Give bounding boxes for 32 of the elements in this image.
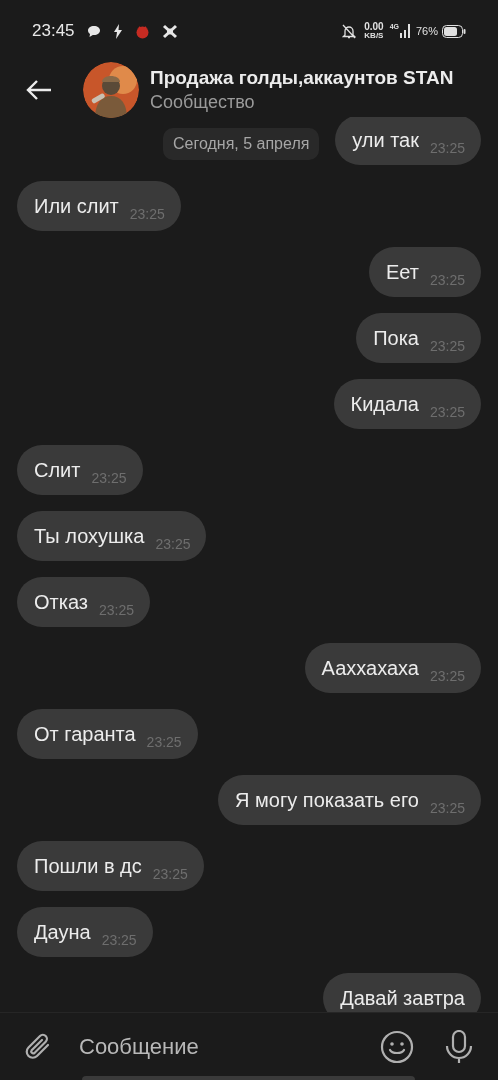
message-text: ули так [352, 128, 419, 152]
message-text: Кидала [350, 392, 419, 416]
message-text: Ааххахаха [321, 656, 419, 680]
message-text: Еет [386, 260, 419, 284]
chat-subtitle: Сообщество [150, 90, 256, 114]
message-text: Я могу показать его [235, 788, 419, 812]
speed-unit: KB/S [364, 32, 384, 40]
message-text: Или слит [34, 194, 119, 218]
bell-off-icon [342, 23, 357, 39]
message-text: Ты лохушка [34, 524, 145, 548]
message-text: Давай завтра [340, 986, 465, 1010]
cross-icon [161, 23, 178, 39]
emoji-icon[interactable] [380, 1029, 414, 1064]
message-text: Дауна [34, 920, 91, 944]
clock: 23:45 [32, 20, 75, 43]
message-field[interactable]: Сообщение [79, 1030, 372, 1063]
speed-value: 0.00 [364, 22, 384, 32]
app-icon [134, 23, 150, 39]
message-text: Пока [373, 326, 419, 350]
battery-percent: 76% [415, 23, 438, 39]
chat-icon [86, 24, 101, 38]
message-text: Отказ [34, 590, 88, 614]
back-arrow-icon [25, 78, 53, 101]
date-chip: Сегодня, 5 апреля [163, 128, 320, 160]
chat-title: Продажа голды,аккаунтов STAN [150, 65, 454, 90]
microphone-icon[interactable] [444, 1029, 474, 1064]
message-text: Слит [34, 458, 81, 482]
battery-icon [442, 24, 466, 38]
signal-icon [399, 24, 412, 38]
message-text: От гаранта [34, 722, 136, 746]
bolt-icon [112, 23, 123, 39]
message-text: Пошли в дс [34, 854, 142, 878]
